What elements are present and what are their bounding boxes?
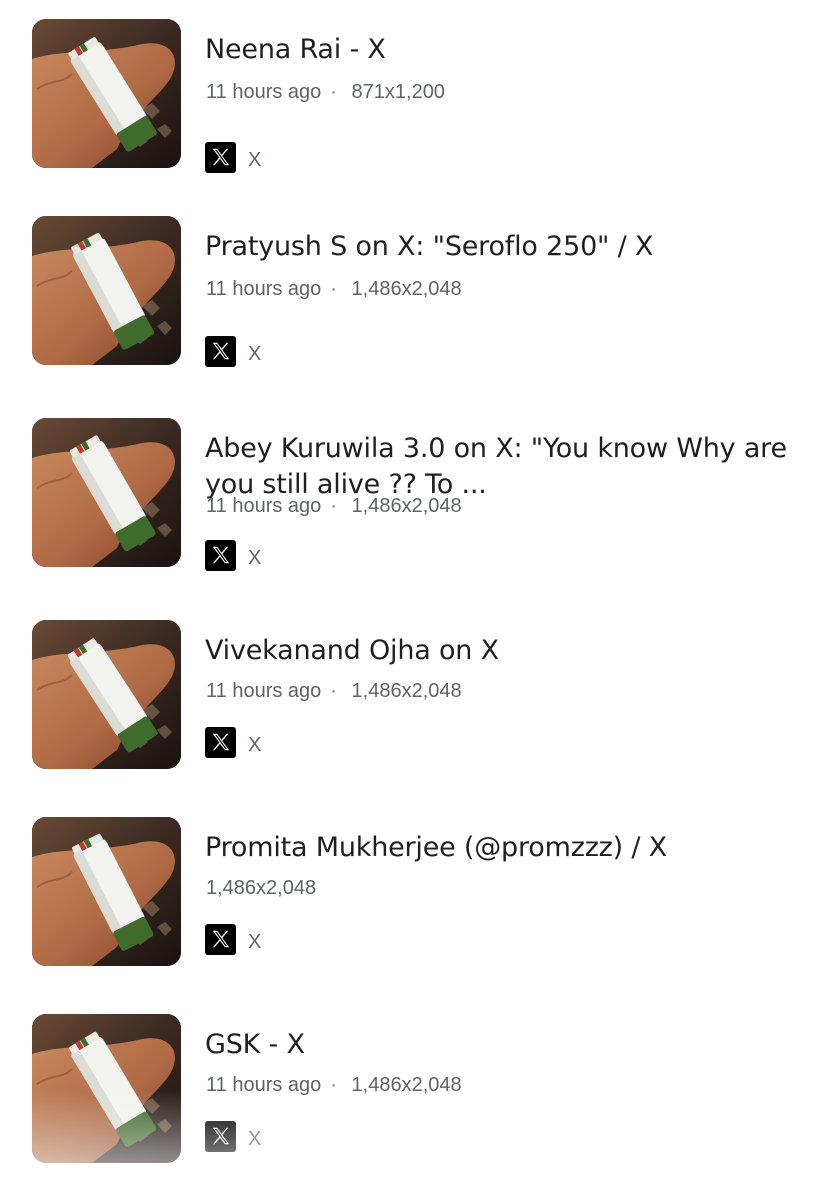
result-time: 11 hours ago [206, 278, 322, 300]
result-source[interactable]: X [205, 335, 261, 367]
image-result-item[interactable]: Promita Mukherjee (@promzzz) / X 1,486x2… [0, 817, 818, 967]
inhaler-thumbnail-image [32, 620, 181, 769]
inhaler-thumbnail-image [32, 817, 181, 966]
result-meta: 11 hours ago · 1,486x2,048 [206, 276, 462, 302]
x-logo-glyph [212, 342, 229, 360]
source-name: X [248, 930, 262, 953]
image-result-item[interactable]: Vivekanand Ojha on X 11 hours ago · 1,486… [0, 620, 818, 770]
x-logo-icon [205, 923, 236, 955]
result-thumbnail[interactable] [32, 1014, 181, 1163]
x-logo-glyph [212, 148, 229, 166]
source-name: X [248, 546, 262, 569]
result-time: 11 hours ago [206, 495, 322, 517]
result-title[interactable]: Promita Mukherjee (@promzzz) / X [205, 830, 795, 866]
source-name: X [248, 148, 262, 171]
result-thumbnail[interactable] [32, 216, 181, 365]
x-logo-glyph [212, 546, 229, 564]
result-title[interactable]: Pratyush S on X: "Seroflo 250" / X [205, 229, 795, 265]
inhaler-thumbnail-image [32, 1014, 181, 1163]
image-result-item[interactable]: Neena Rai - X 11 hours ago · 871x1,200 X [0, 19, 818, 173]
meta-separator: · [330, 680, 337, 702]
result-source[interactable]: X [205, 923, 261, 955]
result-source[interactable]: X [205, 539, 261, 571]
x-logo-glyph [212, 733, 229, 751]
meta-separator: · [330, 495, 337, 517]
inhaler-thumbnail-image [32, 19, 181, 168]
result-source[interactable]: X [205, 141, 261, 173]
result-thumbnail[interactable] [32, 817, 181, 966]
source-name: X [248, 733, 262, 756]
result-dimensions: 1,486x2,048 [351, 680, 462, 702]
x-logo-icon [205, 141, 236, 173]
meta-separator: · [330, 1074, 337, 1096]
result-thumbnail[interactable] [32, 418, 181, 567]
result-meta: 11 hours ago · 1,486x2,048 [206, 678, 462, 704]
result-thumbnail[interactable] [32, 620, 181, 769]
inhaler-thumbnail-image [32, 216, 181, 365]
image-result-item[interactable]: Pratyush S on X: "Seroflo 250" / X 11 ho… [0, 216, 818, 367]
result-title[interactable]: GSK - X [205, 1027, 795, 1063]
result-meta: 11 hours ago · 1,486x2,048 [206, 493, 462, 519]
result-dimensions: 1,486x2,048 [351, 495, 462, 517]
x-logo-icon [205, 539, 236, 571]
result-title[interactable]: Neena Rai - X [205, 32, 795, 68]
result-title[interactable]: Vivekanand Ojha on X [205, 633, 795, 669]
result-time: 11 hours ago [206, 680, 322, 702]
meta-separator: · [330, 278, 337, 300]
result-source[interactable]: X [205, 726, 261, 758]
result-dimensions: 1,486x2,048 [351, 1074, 462, 1096]
x-logo-icon [205, 1120, 236, 1152]
x-logo-icon [205, 726, 236, 758]
image-result-item[interactable]: Abey Kuruwila 3.0 on X: "You know Why ar… [0, 418, 818, 571]
result-dimensions: 871x1,200 [351, 81, 445, 103]
x-logo-glyph [212, 930, 229, 948]
x-logo-icon [205, 335, 236, 367]
result-meta: 11 hours ago · 871x1,200 [206, 79, 445, 105]
result-time: 11 hours ago [206, 81, 322, 103]
result-meta: 11 hours ago · 1,486x2,048 [206, 1072, 462, 1098]
inhaler-thumbnail-image [32, 418, 181, 567]
source-name: X [248, 342, 262, 365]
source-name: X [248, 1127, 262, 1150]
image-result-item[interactable]: GSK - X 11 hours ago · 1,486x2,048 X [0, 1014, 818, 1164]
result-dimensions: 1,486x2,048 [351, 278, 462, 300]
result-time: 11 hours ago [206, 1074, 322, 1096]
result-dimensions: 1,486x2,048 [206, 877, 317, 899]
result-thumbnail[interactable] [32, 19, 181, 168]
result-meta: 1,486x2,048 [206, 875, 316, 901]
x-logo-glyph [212, 1127, 229, 1145]
result-source[interactable]: X [205, 1120, 261, 1152]
meta-separator: · [330, 81, 337, 103]
